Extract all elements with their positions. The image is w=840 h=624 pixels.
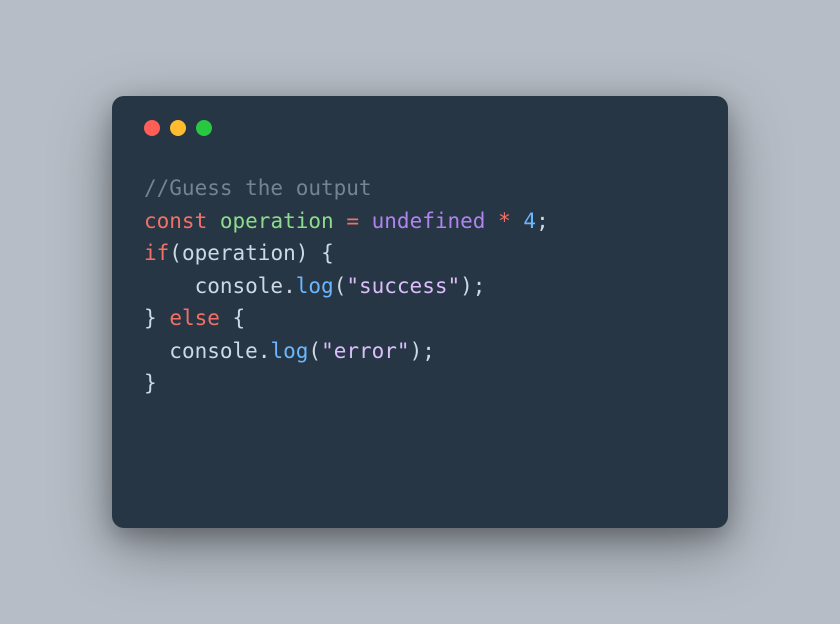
op-mul: * — [498, 209, 511, 233]
code-block: //Guess the output const operation = und… — [144, 172, 696, 400]
lparen: ( — [334, 274, 347, 298]
rparen: ) — [460, 274, 473, 298]
close-icon[interactable] — [144, 120, 160, 136]
lparen: ( — [308, 339, 321, 363]
code-comment: //Guess the output — [144, 176, 372, 200]
num-literal: 4 — [523, 209, 536, 233]
dot: . — [283, 274, 296, 298]
indent — [144, 339, 169, 363]
space — [511, 209, 524, 233]
rbrace: } — [144, 306, 157, 330]
space — [207, 209, 220, 233]
const-undefined: undefined — [372, 209, 486, 233]
space — [157, 306, 170, 330]
kw-else: else — [169, 306, 220, 330]
rbrace: } — [144, 371, 157, 395]
space — [334, 209, 347, 233]
rparen: ) — [410, 339, 423, 363]
minimize-icon[interactable] — [170, 120, 186, 136]
ident-console: console — [195, 274, 284, 298]
space — [485, 209, 498, 233]
indent — [144, 274, 195, 298]
code-window: //Guess the output const operation = und… — [112, 96, 728, 528]
fn-log: log — [296, 274, 334, 298]
var-name: operation — [220, 209, 334, 233]
var-ref: operation — [182, 241, 296, 265]
ident-console: console — [169, 339, 258, 363]
semi: ; — [536, 209, 549, 233]
kw-const: const — [144, 209, 207, 233]
kw-if: if — [144, 241, 169, 265]
space — [359, 209, 372, 233]
lbrace: { — [321, 241, 334, 265]
dot: . — [258, 339, 271, 363]
space — [308, 241, 321, 265]
str-error: "error" — [321, 339, 410, 363]
traffic-lights — [144, 120, 696, 136]
maximize-icon[interactable] — [196, 120, 212, 136]
op-eq: = — [346, 209, 359, 233]
lbrace: { — [233, 306, 246, 330]
str-success: "success" — [346, 274, 460, 298]
lparen: ( — [169, 241, 182, 265]
space — [220, 306, 233, 330]
semi: ; — [473, 274, 486, 298]
semi: ; — [422, 339, 435, 363]
fn-log: log — [270, 339, 308, 363]
rparen: ) — [296, 241, 309, 265]
